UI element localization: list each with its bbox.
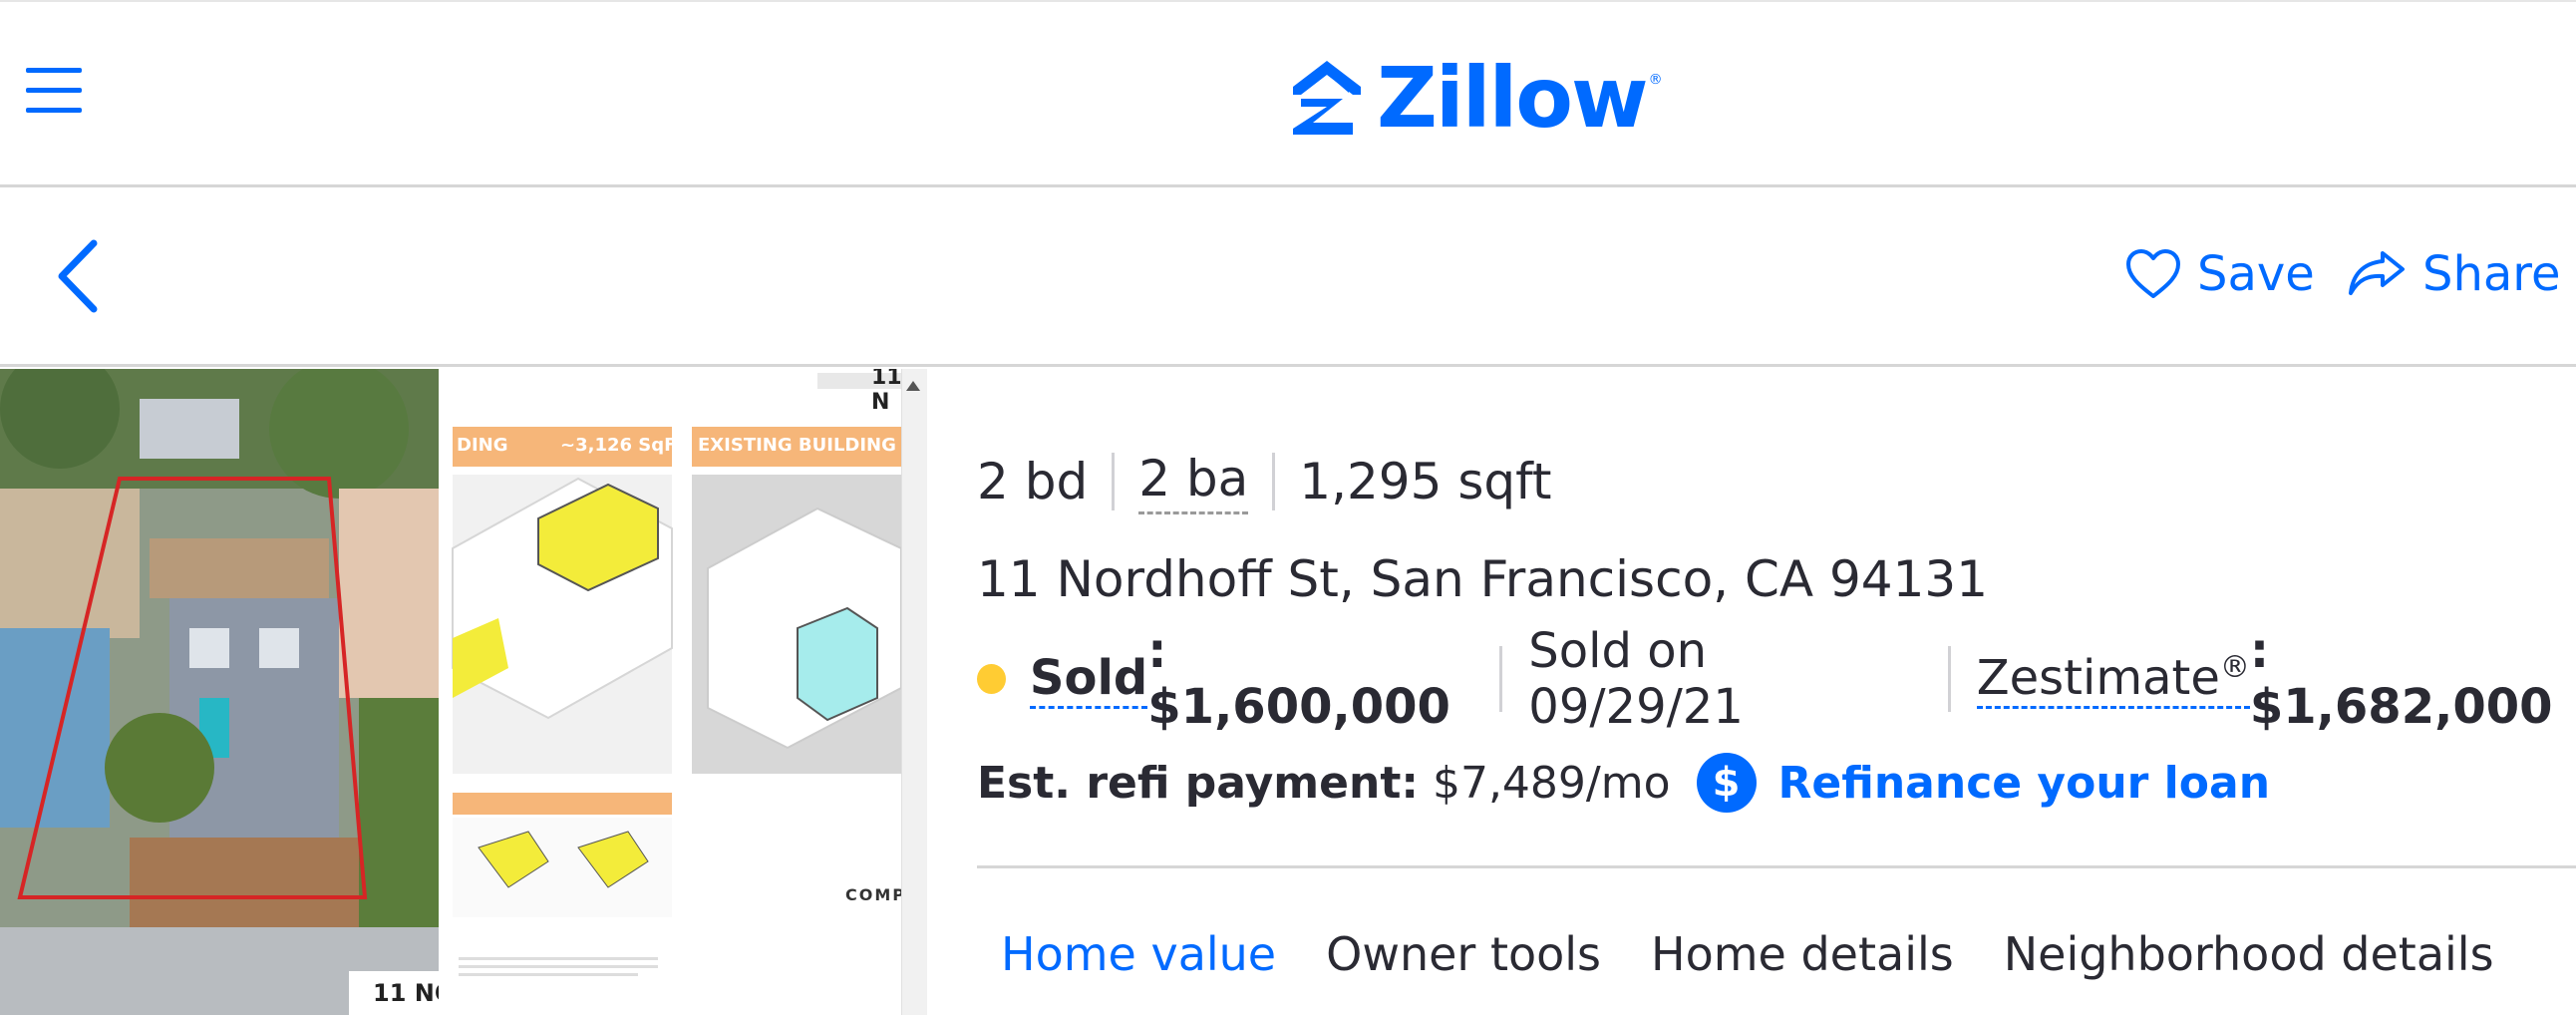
tab-home-value[interactable]: Home value <box>1001 927 1276 981</box>
photo-gallery[interactable]: 11 NO DING ~3,126 SqFT EXISTING BUILDING… <box>0 369 927 1015</box>
divider <box>1499 646 1503 712</box>
share-button[interactable]: Share <box>2347 239 2561 309</box>
heart-outline-icon <box>2126 249 2180 298</box>
gallery-scrollbar[interactable] <box>901 369 927 1015</box>
zillow-house-icon <box>1293 61 1361 135</box>
divider <box>1947 646 1951 712</box>
baths-count[interactable]: 2 ba <box>1138 450 1249 514</box>
zestimate-value: : $1,682,000 <box>2249 623 2553 735</box>
tab-owner-tools[interactable]: Owner tools <box>1326 927 1601 981</box>
zillow-logo[interactable]: Zillow ® <box>1291 54 1663 142</box>
share-label: Share <box>2422 246 2561 302</box>
divider <box>1272 453 1276 510</box>
sold-status-dot <box>977 664 1006 694</box>
development-plan-image[interactable] <box>439 369 907 1015</box>
sold-price: : $1,600,000 <box>1147 623 1450 735</box>
dollar-circle-icon: $ <box>1696 753 1757 813</box>
property-address: 11 Nordhoff St, San Francisco, CA 94131 <box>977 550 1989 608</box>
aerial-property-photo[interactable] <box>0 369 439 1015</box>
plan-label-3: EXISTING BUILDING <box>698 435 896 456</box>
tab-neighborhood-details[interactable]: Neighborhood details <box>2004 927 2494 981</box>
hamburger-menu-icon[interactable] <box>26 66 84 116</box>
refi-payment-value: $7,489/mo <box>1432 757 1671 809</box>
top-navigation-bar: Zillow ® <box>0 0 2576 187</box>
logo-registered-mark: ® <box>1648 72 1663 88</box>
beds-count: 2 bd <box>977 453 1089 510</box>
logo-wordmark: Zillow <box>1377 49 1649 147</box>
chevron-left-icon[interactable] <box>52 237 108 315</box>
scroll-up-arrow-icon[interactable] <box>903 377 923 397</box>
save-button[interactable]: Save <box>2125 239 2315 309</box>
plan-label-2: ~3,126 SqFT <box>560 435 689 456</box>
share-arrow-icon <box>2349 251 2405 295</box>
refinance-row: Est. refi payment: $7,489/mo $ Refinance… <box>977 750 2270 816</box>
home-facts: 2 bd 2 ba 1,295 sqft <box>977 447 1551 516</box>
zestimate-registered-mark: ® <box>2219 649 2250 685</box>
zestimate-label[interactable]: Zestimate® <box>1976 649 2250 709</box>
sale-status-row: Sold : $1,600,000 Sold on 09/29/21 Zesti… <box>977 623 2576 735</box>
refi-payment-label: Est. refi payment: <box>977 757 1419 809</box>
tab-home-details[interactable]: Home details <box>1651 927 1954 981</box>
sqft-value: 1,295 sqft <box>1299 453 1552 510</box>
sold-label[interactable]: Sold <box>1029 650 1148 709</box>
divider <box>1112 453 1116 510</box>
section-divider <box>977 865 2576 868</box>
plan-label-1: DING <box>457 435 508 456</box>
detail-tabs: Home value Owner tools Home details Neig… <box>1001 919 2544 989</box>
refinance-loan-link[interactable]: Refinance your loan <box>1778 758 2271 809</box>
save-label: Save <box>2197 246 2315 302</box>
sold-date: Sold on 09/29/21 <box>1528 623 1744 735</box>
